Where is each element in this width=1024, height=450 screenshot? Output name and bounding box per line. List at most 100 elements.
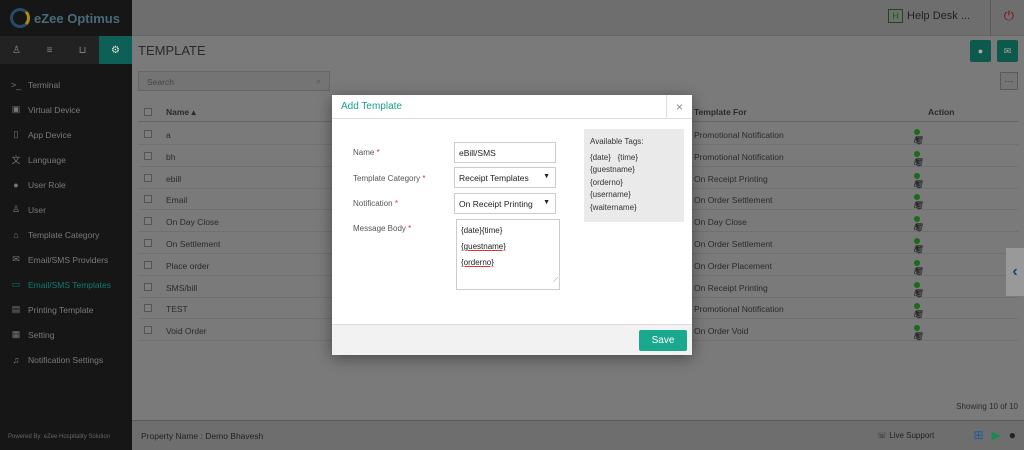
row-checkbox[interactable]	[144, 326, 152, 335]
user-profile-icon[interactable]: ♙	[0, 36, 33, 64]
sidebar-item[interactable]: ♫ Notification Settings	[0, 347, 132, 372]
cart-icon[interactable]: ⊔	[66, 36, 99, 64]
tag-item: {waitername}	[590, 202, 637, 212]
more-icon: ···	[1004, 76, 1014, 86]
row-checkbox[interactable]	[144, 239, 152, 247]
row-actions: ✎ 🗑 ∂	[914, 172, 924, 189]
row-checkbox[interactable]	[144, 304, 152, 313]
more-options-button[interactable]: ···	[1000, 72, 1018, 90]
status-indicator	[914, 172, 920, 179]
column-template-for: Template For	[694, 107, 747, 117]
envelope-icon: ✉	[1003, 45, 1012, 56]
windows-icon[interactable]: ⊞	[973, 428, 983, 442]
link-icon[interactable]: ∂	[914, 180, 918, 189]
row-name: Email	[166, 195, 188, 206]
showing-count: Showing 10 of 10	[956, 402, 1018, 411]
row-name: TEST	[166, 304, 188, 315]
menu-icon[interactable]: ≡	[33, 36, 66, 64]
status-indicator	[914, 129, 920, 135]
link-icon[interactable]: ∂	[914, 201, 918, 210]
play-store-icon[interactable]: ▶	[992, 428, 1001, 442]
sidebar: eZee Optimus ♙ ≡ ⊔ ⚙ >_ Terminal ▣ Virtual …	[0, 0, 132, 450]
link-icon[interactable]: ∂	[914, 158, 918, 167]
search-placeholder: Search	[147, 77, 174, 87]
setting-icon: ▦	[11, 329, 21, 339]
row-actions: ✎ 🗑 ∂	[914, 129, 924, 145]
sidebar-item-label: Language	[28, 154, 66, 165]
settings-icon[interactable]: ⚙	[99, 36, 132, 64]
row-checkbox[interactable]	[144, 195, 152, 204]
link-icon[interactable]: ∂	[914, 136, 918, 145]
status-indicator	[914, 150, 920, 157]
bell-icon: ♫	[12, 354, 20, 365]
name-field[interactable]: eBill/SMS	[454, 142, 556, 163]
chat-button[interactable]: ●	[970, 40, 991, 62]
search-input[interactable]: Search ⌕	[138, 71, 330, 91]
select-all-checkbox[interactable]	[144, 108, 152, 116]
print-template-icon: ▤	[11, 304, 21, 314]
row-checkbox[interactable]	[144, 217, 152, 226]
category-select[interactable]: Receipt Templates ▼	[454, 167, 556, 188]
row-actions: ✎ 🗑 ∂	[914, 194, 924, 210]
available-tags-panel: Available Tags: {date} {time} {guestname…	[584, 129, 684, 222]
close-icon[interactable]: ×	[666, 95, 692, 119]
apple-icon[interactable]: ●	[1009, 428, 1016, 442]
row-template-for: On Receipt Printing	[694, 282, 768, 293]
row-template-for: On Order Void	[694, 326, 749, 337]
sidebar-item[interactable]: ▦ Setting	[0, 322, 132, 347]
power-icon[interactable]: ⏻	[1004, 8, 1014, 24]
sidebar-item[interactable]: 文 Language	[0, 147, 132, 172]
sidebar-item[interactable]: ● User Role	[0, 172, 132, 197]
sidebar-item-label: Setting	[28, 329, 55, 340]
search-icon: ⌕	[315, 76, 321, 86]
row-checkbox[interactable]	[144, 130, 152, 138]
link-icon[interactable]: ∂	[914, 245, 918, 254]
sidebar-item[interactable]: ⌂ Template Category	[0, 222, 132, 247]
app-links: ⊞ ▶ ●	[973, 428, 1016, 442]
sidebar-item[interactable]: ▭ Email/SMS Templates	[0, 272, 132, 297]
status-indicator	[914, 303, 920, 310]
row-template-for: Promotional Notification	[694, 151, 784, 162]
tag-item: {date} {time}	[590, 152, 639, 162]
sidebar-item[interactable]: ▯ App Device	[0, 122, 132, 147]
row-template-for: On Receipt Printing	[694, 173, 768, 184]
email-button[interactable]: ✉	[997, 40, 1018, 62]
tags-title: Available Tags:	[590, 137, 644, 146]
live-support-link[interactable]: ☏ Live Support	[877, 431, 934, 440]
sidebar-item-label: Virtual Device	[28, 104, 81, 115]
column-name[interactable]: Name ▴	[166, 107, 196, 118]
sidebar-item[interactable]: ✉ Email/SMS Providers	[0, 247, 132, 272]
link-icon[interactable]: ∂	[914, 223, 918, 232]
link-icon[interactable]: ∂	[914, 267, 918, 276]
row-checkbox[interactable]	[144, 173, 152, 182]
page-title: TEMPLATE	[138, 43, 206, 58]
message-body-textarea[interactable]: {date}{time} {guestname} {orderno} ⟋	[456, 219, 560, 290]
sidebar-item-label: Template Category	[28, 229, 100, 240]
row-name: bh	[166, 151, 176, 162]
support-icon: ☏	[877, 431, 888, 440]
sidebar-item[interactable]: ▣ Virtual Device	[0, 97, 132, 122]
resize-handle-icon[interactable]: ⟋	[553, 273, 558, 289]
chevron-left-icon: ‹	[1012, 263, 1018, 280]
row-checkbox[interactable]	[144, 151, 152, 160]
row-template-for: On Order Settlement	[694, 239, 773, 249]
row-checkbox[interactable]	[144, 260, 152, 269]
sidebar-item[interactable]: ▤ Printing Template	[0, 297, 132, 322]
help-desk-menu[interactable]: H Help Desk ...	[888, 9, 970, 23]
link-icon[interactable]: ∂	[914, 332, 918, 341]
body-line: {guestname}	[461, 242, 506, 251]
row-checkbox[interactable]	[144, 282, 152, 291]
language-icon: 文	[11, 155, 21, 165]
tag-item: {guestname}	[590, 165, 635, 174]
save-button[interactable]: Save	[639, 330, 687, 351]
link-icon[interactable]: ∂	[914, 310, 918, 319]
link-icon[interactable]: ∂	[914, 289, 918, 298]
side-panel-toggle[interactable]: ‹	[1006, 248, 1024, 296]
row-template-for: On Day Close	[694, 217, 747, 228]
sidebar-item-label: Printing Template	[28, 304, 94, 315]
envelope-icon: ✉	[12, 254, 20, 264]
sidebar-item[interactable]: >_ Terminal	[0, 72, 132, 97]
help-desk-icon: H	[888, 9, 904, 23]
sidebar-item[interactable]: ♙ User	[0, 197, 132, 222]
notification-select[interactable]: On Receipt Printing ▼	[454, 193, 556, 214]
